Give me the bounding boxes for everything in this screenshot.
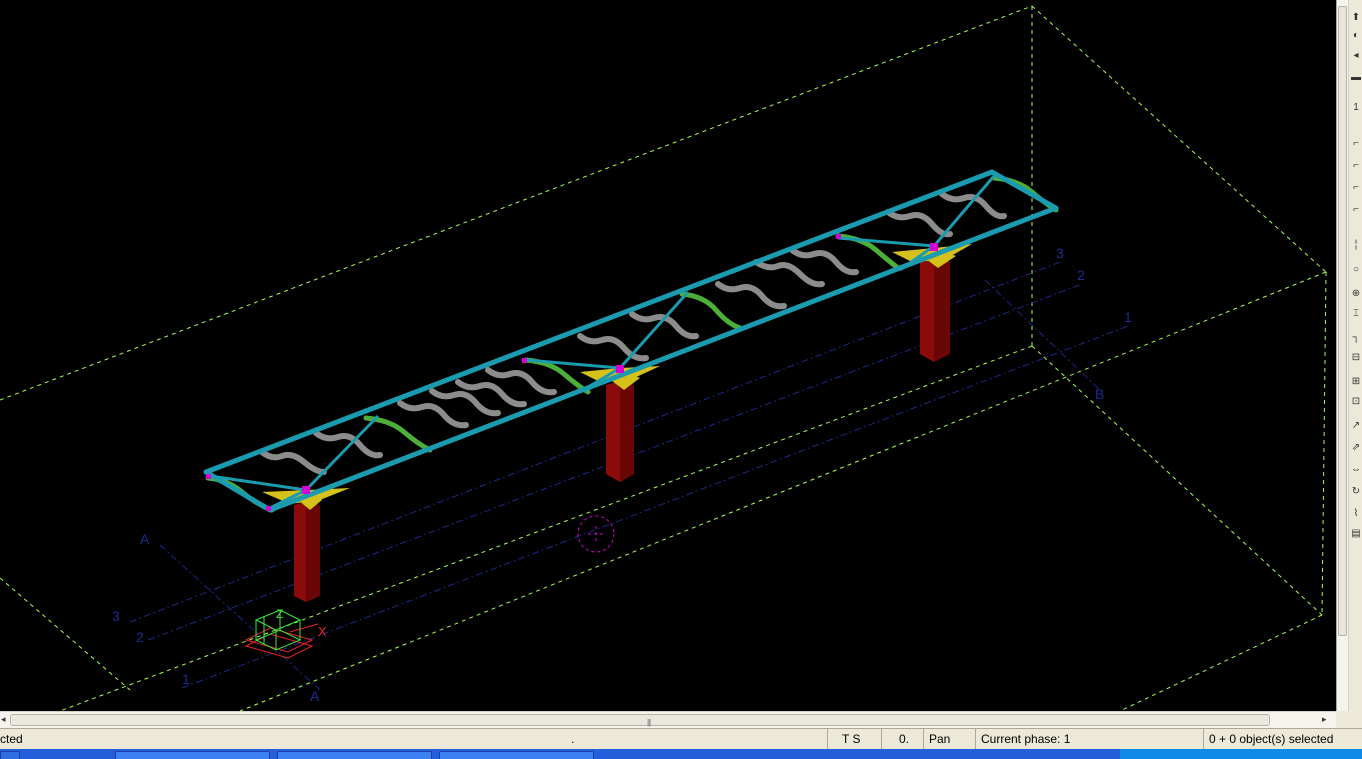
move-icon[interactable]: ⇗ [1350,442,1362,454]
taskbar [0,749,1362,759]
column-right[interactable] [920,248,956,362]
grid-label-row-1-left: 1 [182,671,190,687]
system-tray [1120,749,1362,759]
arrow-left-icon[interactable]: ◂ [1350,50,1362,62]
status-dot: . [568,729,828,749]
measure-icon[interactable]: ⊡ [1350,396,1362,408]
grid-label-row-2: 2 [1077,267,1085,283]
weld-icon[interactable]: ┐ [1350,332,1362,344]
taskbar-button-2[interactable] [277,751,432,759]
snap-icon[interactable]: ⌐ [1350,182,1362,194]
grid-label-col-a-top: A [140,531,150,547]
status-selection: 0 + 0 object(s) selected [1209,732,1334,746]
taskbar-button-1[interactable] [115,751,270,759]
scroll-right-arrow[interactable]: ▸ [1322,714,1327,725]
scroll-left-arrow[interactable]: ◂ [1,714,6,725]
snap-icon[interactable]: ⌐ [1350,204,1362,216]
status-value: 0. [882,729,924,749]
status-mode: Pan [924,729,976,749]
status-bar: cted . T S 0. Pan Current phase: 1 0 + 0… [0,728,1362,749]
rotate-icon[interactable]: ↻ [1350,486,1362,498]
grid-label-row-2-left: 2 [136,629,144,645]
view-rotation-center-icon [577,515,615,553]
grid-label-row-3-left: 3 [112,608,120,624]
mirror-icon[interactable]: ⇔ [1350,464,1362,476]
axis-label-x: X [318,624,327,639]
vertical-scrollbar[interactable] [1337,0,1349,711]
column-middle[interactable] [606,370,640,482]
bolt-icon[interactable]: ⌶ [1350,308,1362,320]
right-toolbar: ⬆ ◐ ◂ ▬ 1 ⌐ ⌐ ⌐ ⌐ ╎ ○ ⊕ ⌶ ┐ ⊟ ⊞ ⊡ ↗ ⇗ ⇔ … [1336,0,1362,711]
grid-label-row-3: 3 [1056,245,1064,261]
cut-icon[interactable]: ⊟ [1350,352,1362,364]
snap-icon[interactable]: ⌐ [1350,138,1362,150]
scroll-corner [1336,711,1362,728]
column-left[interactable] [294,492,322,602]
model-viewport[interactable]: 3 2 1 B A A 3 2 1 X Z [0,0,1336,711]
pointer-icon[interactable]: ⬆ [1350,12,1362,24]
quick-launch[interactable] [0,751,20,759]
arrow-right-icon[interactable]: ▬ [1350,72,1362,84]
part-icon[interactable]: ⊕ [1350,288,1362,300]
status-prompt: cted [0,732,23,746]
vertical-scroll-thumb[interactable] [1338,6,1347,636]
magnet-icon[interactable]: ◐ [1350,30,1362,42]
grid-icon[interactable]: ╎ [1350,240,1362,252]
rebar-icon[interactable]: ⌇ [1350,508,1362,520]
grid-label-col-b: B [1095,386,1104,402]
grid-label-col-a-bottom: A [310,688,320,704]
status-phase[interactable]: Current phase: 1 [976,729,1204,749]
copy-icon[interactable]: ↗ [1350,420,1362,432]
coordinate-axis-icon: X Z [244,607,327,659]
status-snap[interactable]: T S [828,729,882,749]
node-icon[interactable]: ○ [1350,264,1362,276]
axis-label-z: Z [276,607,283,621]
model-canvas[interactable]: 3 2 1 B A A 3 2 1 X Z [0,0,1336,711]
line-icon[interactable]: 1 [1350,102,1362,114]
scroll-grip: ||| [647,718,651,727]
horizontal-scroll-thumb[interactable]: ||| [10,714,1270,727]
snap-icon[interactable]: ⌐ [1350,160,1362,172]
hatch-icon[interactable]: ▤ [1350,528,1362,540]
horizontal-scrollbar[interactable]: ◂ ||| ▸ [0,711,1336,728]
grid-label-row-1: 1 [1124,309,1132,325]
taskbar-button-3[interactable] [439,751,594,759]
fitting-icon[interactable]: ⊞ [1350,376,1362,388]
